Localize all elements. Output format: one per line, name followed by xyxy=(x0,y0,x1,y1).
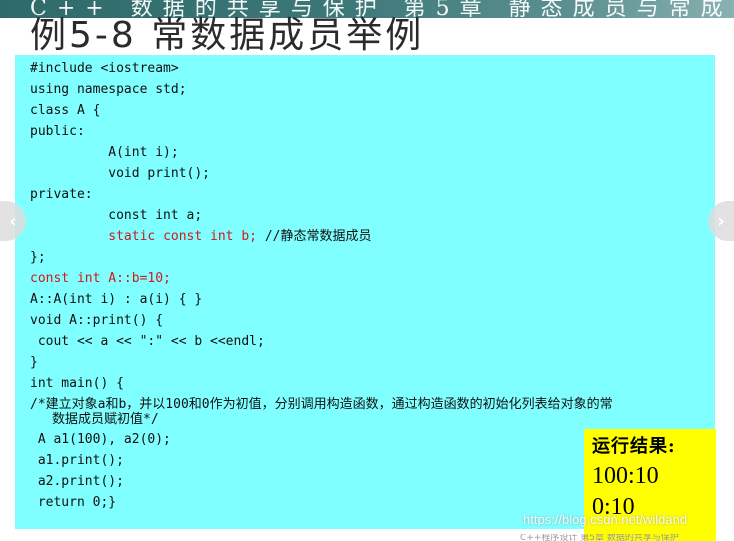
slide-title: 例5-8 常数据成员举例 xyxy=(30,15,425,56)
code-line-comment-1: /*建立对象a和b，并以100和0作为初值，分别调用构造函数，通过构造函数的初始… xyxy=(30,397,613,412)
code-static-b-comment: //静态常数据成员 xyxy=(257,229,372,244)
code-line-main: int main() { xyxy=(30,376,124,391)
code-line-class-end: }; xyxy=(30,250,46,265)
code-line-public: public: xyxy=(30,124,85,139)
code-line-class: class A { xyxy=(30,103,101,118)
result-title: 运行结果: xyxy=(592,436,676,457)
code-static-b-decl: static const int b; xyxy=(108,229,257,244)
code-line-static-b: static const int b; //静态常数据成员 xyxy=(30,226,715,247)
code-line-print-decl: void print(); xyxy=(30,166,211,181)
code-line-cout: cout << a << ":" << b <<endl; xyxy=(30,334,265,349)
watermark: https://blog.csdn.net/wildand xyxy=(523,512,688,527)
code-line-constructor-def: A::A(int i) : a(i) { } xyxy=(30,292,203,307)
chevron-left-icon: ‹ xyxy=(9,210,17,232)
code-line-namespace: using namespace std; xyxy=(30,82,187,97)
code-line-include: #include <iostream> xyxy=(30,61,179,76)
code-line-b-def: const int A::b=10; xyxy=(30,271,171,286)
code-line-constructor-decl: A(int i); xyxy=(30,145,179,160)
code-line-print-def: void A::print() { xyxy=(30,313,164,328)
code-line-private: private: xyxy=(30,187,93,202)
code-line-const-a: const int a; xyxy=(30,208,203,223)
chevron-right-icon: › xyxy=(717,210,725,232)
bottom-footnote: C++程序设计 第5章 数据的共享与保护 xyxy=(520,534,679,541)
code-line-comment-2: 数据成员赋初值*/ xyxy=(52,412,159,427)
result-line-1: 100:10 xyxy=(592,463,659,489)
code-line-print-end: } xyxy=(30,355,38,370)
